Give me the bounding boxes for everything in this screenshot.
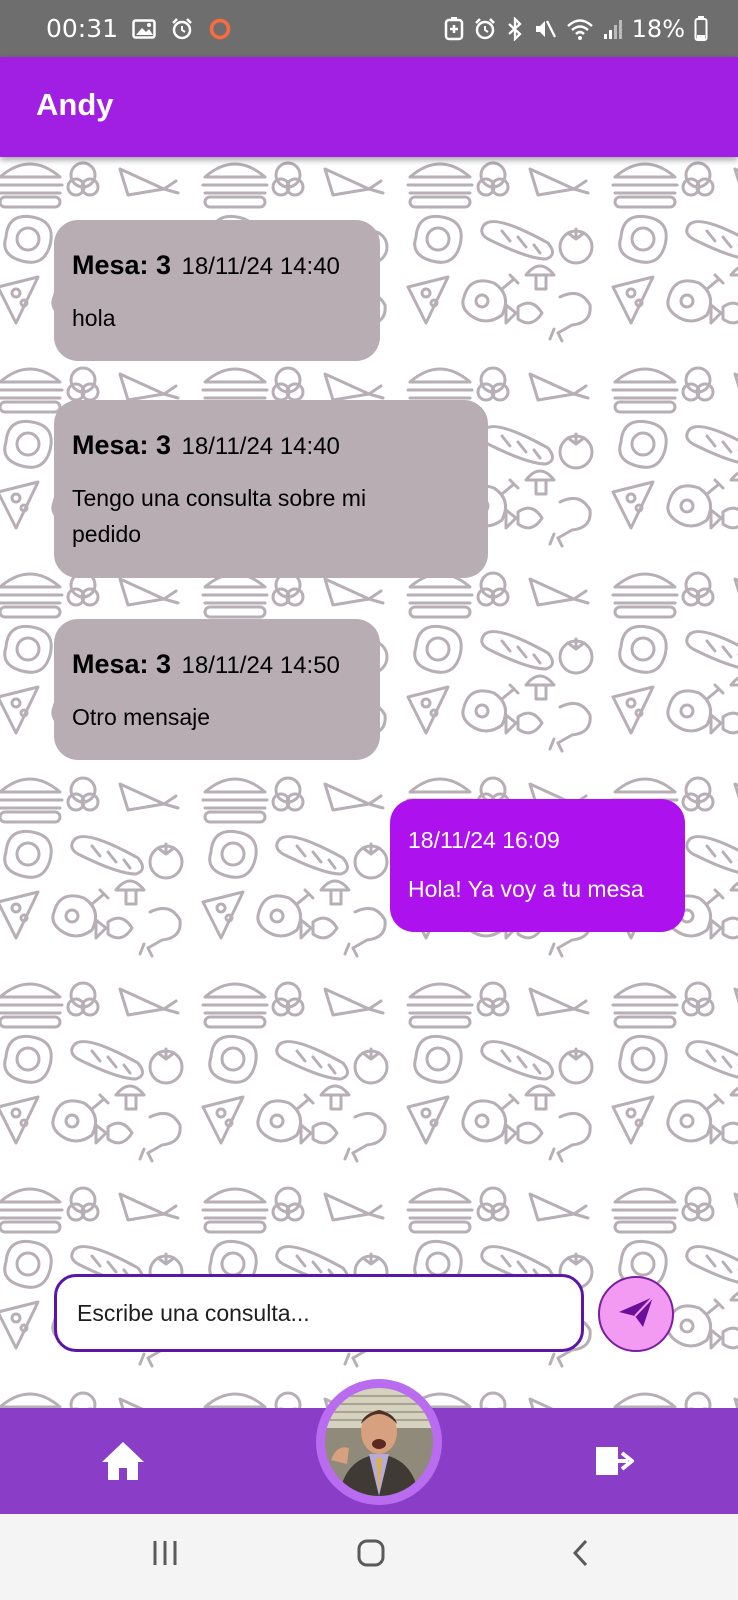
message-bubble-outgoing[interactable]: 18/11/24 16:09 Hola! Ya voy a tu mesa	[390, 799, 685, 932]
home-icon[interactable]	[100, 1438, 146, 1484]
battery-icon	[694, 15, 708, 42]
bluetooth-icon	[506, 16, 524, 41]
message-timestamp: 18/11/24 14:40	[181, 253, 340, 280]
profile-avatar-button[interactable]	[316, 1379, 442, 1505]
gallery-icon	[132, 18, 156, 39]
recent-apps-icon[interactable]	[150, 1538, 180, 1573]
message-bubble-incoming[interactable]: Mesa: 3 18/11/24 14:50 Otro mensaje	[54, 619, 380, 760]
alarm-icon	[170, 17, 194, 41]
table-label: Mesa: 3	[72, 250, 172, 280]
message-text: Hola! Ya voy a tu mesa	[408, 876, 644, 902]
table-label: Mesa: 3	[72, 649, 172, 679]
mute-icon	[533, 17, 557, 41]
message-header: Mesa: 3 18/11/24 14:50	[72, 649, 340, 680]
message-header: 18/11/24 16:09	[408, 827, 560, 854]
back-icon[interactable]	[566, 1538, 596, 1573]
message-input[interactable]	[54, 1274, 584, 1352]
message-header: Mesa: 3 18/11/24 14:40	[72, 430, 340, 461]
battery-saver-icon	[444, 16, 464, 41]
chat-title: Andy	[36, 87, 114, 122]
status-bar: 00:31 18%	[0, 0, 738, 57]
message-text-line: pedido	[72, 521, 142, 547]
chat-area[interactable]: Mesa: 3 18/11/24 14:40 hola Mesa: 3 18/1…	[0, 157, 738, 1408]
alarm-icon	[473, 17, 497, 41]
home-button-icon[interactable]	[356, 1538, 386, 1573]
logout-icon[interactable]	[594, 1441, 638, 1481]
signal-icon	[603, 17, 623, 41]
message-bubble-incoming[interactable]: Mesa: 3 18/11/24 14:40 hola	[54, 220, 380, 361]
message-bubble-incoming[interactable]: Mesa: 3 18/11/24 14:40 Tengo una consult…	[54, 400, 488, 578]
message-timestamp: 18/11/24 16:09	[408, 827, 560, 853]
message-text: hola	[72, 305, 116, 331]
message-timestamp: 18/11/24 14:50	[181, 652, 340, 679]
record-circle-icon	[208, 17, 232, 41]
avatar	[325, 1388, 433, 1496]
send-icon	[617, 1295, 655, 1334]
table-label: Mesa: 3	[72, 430, 172, 460]
status-left: 00:31	[46, 0, 232, 57]
status-time: 00:31	[46, 14, 119, 43]
message-text-line: Tengo una consulta sobre mi	[72, 485, 367, 511]
battery-percent: 18%	[631, 14, 685, 43]
system-navigation-bar	[0, 1514, 738, 1600]
app-bar: Andy	[0, 57, 738, 157]
message-text: Otro mensaje	[72, 704, 211, 730]
status-right: 18%	[444, 0, 708, 57]
wifi-icon	[566, 17, 594, 41]
send-button[interactable]	[598, 1276, 674, 1352]
message-timestamp: 18/11/24 14:40	[181, 433, 340, 460]
message-header: Mesa: 3 18/11/24 14:40	[72, 250, 340, 281]
